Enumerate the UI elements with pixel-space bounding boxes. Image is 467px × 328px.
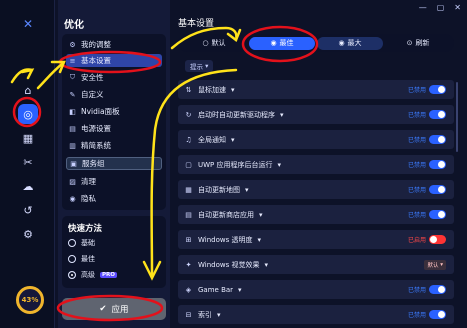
chevron-down-icon: ▾	[245, 185, 249, 194]
chevron-down-icon: ▾	[277, 160, 282, 169]
chevron-down-icon: ▾	[280, 110, 284, 119]
setting-row[interactable]: ◈ Game Bar ▾ 已禁用	[178, 280, 454, 299]
health-ring: 43%	[16, 286, 44, 314]
wand-icon: ✦	[185, 260, 192, 269]
chevron-down-icon: ▾	[264, 260, 268, 269]
menu-item-customize[interactable]: ✎ 自定义	[66, 88, 162, 101]
nvidia-icon: ◧	[69, 107, 76, 116]
window-icon: ▢	[185, 160, 192, 169]
setting-row[interactable]: ▦ 自动更新地图 ▾ 已禁用	[178, 180, 454, 199]
menu-item-clean[interactable]: ▨ 清理	[66, 175, 162, 188]
gamepad-icon: ◈	[185, 285, 192, 294]
chevron-down-icon: ▾	[217, 310, 221, 319]
store-icon: ▤	[185, 210, 192, 219]
check-icon: ✔	[99, 304, 107, 314]
apply-button[interactable]: ✔ 应用	[62, 298, 166, 320]
mode-selector: ○ 默认 ◉ 最佳 ◉ 最大 ⊙ 刷新	[178, 34, 454, 52]
toggle-switch[interactable]	[429, 285, 446, 294]
circle-icon: ○	[202, 39, 209, 47]
dot-circle-icon: ◉	[338, 39, 345, 47]
refresh-icon: ⊙	[406, 39, 413, 47]
pro-badge: PRO	[100, 272, 117, 278]
quick-method-title: 快速方法	[68, 224, 103, 234]
brush-icon: ✎	[69, 90, 76, 99]
radio-best[interactable]	[68, 255, 76, 263]
setting-row[interactable]: ♫ 全局通知 ▾ 已禁用	[178, 130, 454, 149]
setting-row[interactable]: ⊞ Windows 透明度 ▾ 已启用	[178, 230, 454, 249]
eye-icon: ◉	[69, 194, 76, 203]
services-icon: ▣	[70, 159, 77, 168]
menu-item-basic-settings[interactable]: ≡ 基本设置	[66, 54, 162, 67]
radio-basic[interactable]	[68, 239, 76, 247]
chevron-down-icon: ▾	[257, 235, 261, 244]
map-icon: ▦	[185, 185, 192, 194]
toggle-switch[interactable]	[429, 235, 446, 244]
gear-icon: ⚙	[69, 40, 76, 49]
quick-option-advanced[interactable]: 高级 PRO	[68, 270, 117, 280]
broom-icon: ▥	[69, 141, 76, 150]
settings-gear-icon[interactable]: ⚙	[18, 224, 38, 244]
history-icon[interactable]: ↺	[18, 200, 38, 220]
trash-icon: ▨	[69, 177, 76, 186]
menu-item-services[interactable]: ▣ 服务组	[66, 157, 162, 170]
app-logo-icon: ✕	[22, 17, 34, 31]
toggle-switch[interactable]	[429, 185, 446, 194]
quick-method-panel: 快速方法 基础 最佳 高级 PRO	[62, 216, 166, 288]
setting-row[interactable]: ▢ UWP 应用程序后台运行 ▾ 已禁用	[178, 155, 454, 174]
setting-row[interactable]: ⇅ 鼠标加速 ▾ 已禁用	[178, 80, 454, 99]
chevron-down-icon: ▾	[238, 285, 242, 294]
page-title: 基本设置	[178, 19, 215, 29]
menu-item-nvidia[interactable]: ◧ Nvidia面板	[66, 105, 162, 118]
power-icon: ▤	[69, 124, 76, 133]
menu-item-power[interactable]: ▤ 电源设置	[66, 122, 162, 135]
tip-dropdown[interactable]: 提示 ▾	[185, 60, 214, 72]
index-icon: ⊟	[185, 310, 192, 319]
toggle-switch[interactable]	[429, 310, 446, 319]
left-rail: ✕ ⌂ ◎ ▦ ✂ ☁ ↺ ⚙ 43%	[0, 0, 55, 328]
menu-item-debloat[interactable]: ▥ 精简系统	[66, 139, 162, 152]
mode-default[interactable]: ○ 默认	[181, 37, 247, 50]
menu-panel: ⚙ 我的调整 ≡ 基本设置 ⛉ 安全性 ✎ 自定义 ◧ Nvidia面板 ▤ 电源设置 ▥ 精…	[62, 34, 166, 210]
optimize-icon[interactable]: ◎	[18, 104, 38, 124]
setting-row[interactable]: ↻ 启动时自动更新驱动程序 ▾ 已禁用	[178, 105, 454, 124]
sliders-icon: ≡	[69, 56, 76, 65]
toggle-switch[interactable]	[429, 160, 446, 169]
chevron-down-icon: ▾	[259, 210, 263, 219]
mode-refresh[interactable]: ⊙ 刷新	[385, 37, 451, 50]
mouse-icon: ⇅	[185, 85, 192, 94]
quick-option-basic[interactable]: 基础	[68, 238, 95, 248]
quick-option-best[interactable]: 最佳	[68, 254, 95, 264]
toggle-switch[interactable]	[429, 110, 446, 119]
optimize-menu: 优化 ⚙ 我的调整 ≡ 基本设置 ⛉ 安全性 ✎ 自定义 ◧ Nvidia面板 ▤ 电源设置…	[58, 0, 170, 328]
home-icon[interactable]: ⌂	[18, 80, 38, 100]
dot-circle-icon: ◉	[270, 39, 277, 47]
bell-icon: ♫	[185, 135, 192, 144]
refresh-icon: ↻	[185, 110, 192, 119]
apps-grid-icon[interactable]: ▦	[18, 128, 38, 148]
radio-advanced[interactable]	[68, 271, 76, 279]
cloud-icon[interactable]: ☁	[18, 176, 38, 196]
mode-max[interactable]: ◉ 最大	[317, 36, 383, 50]
shield-icon: ⛉	[69, 73, 76, 81]
menu-item-my-tweaks[interactable]: ⚙ 我的调整	[66, 38, 162, 51]
tools-icon[interactable]: ✂	[18, 152, 38, 172]
setting-row[interactable]: ▤ 自动更新商店应用 ▾ 已禁用	[178, 205, 454, 224]
menu-title: 优化	[64, 20, 84, 31]
menu-item-security[interactable]: ⛉ 安全性	[66, 71, 162, 84]
visual-effects-dropdown[interactable]: 默认 ▾	[424, 259, 446, 270]
main-content: 基本设置 ○ 默认 ◉ 最佳 ◉ 最大 ⊙ 刷新 提示 ▾ ⇅ 鼠标加速 ▾ 已禁用 ↻ 启动时…	[172, 0, 461, 328]
toggle-switch[interactable]	[429, 85, 446, 94]
scrollbar[interactable]	[456, 82, 458, 152]
toggle-switch[interactable]	[429, 135, 446, 144]
mode-best[interactable]: ◉ 最佳	[249, 36, 315, 50]
chevron-down-icon: ▾	[231, 135, 235, 144]
menu-item-privacy[interactable]: ◉ 隐私	[66, 192, 162, 205]
toggle-switch[interactable]	[429, 210, 446, 219]
setting-row[interactable]: ✦ Windows 视觉效果 ▾ 默认 ▾	[178, 255, 454, 274]
windows-icon: ⊞	[185, 235, 192, 244]
setting-row[interactable]: ⊟ 索引 ▾ 已禁用	[178, 305, 454, 324]
chevron-down-icon: ▾	[231, 85, 235, 94]
